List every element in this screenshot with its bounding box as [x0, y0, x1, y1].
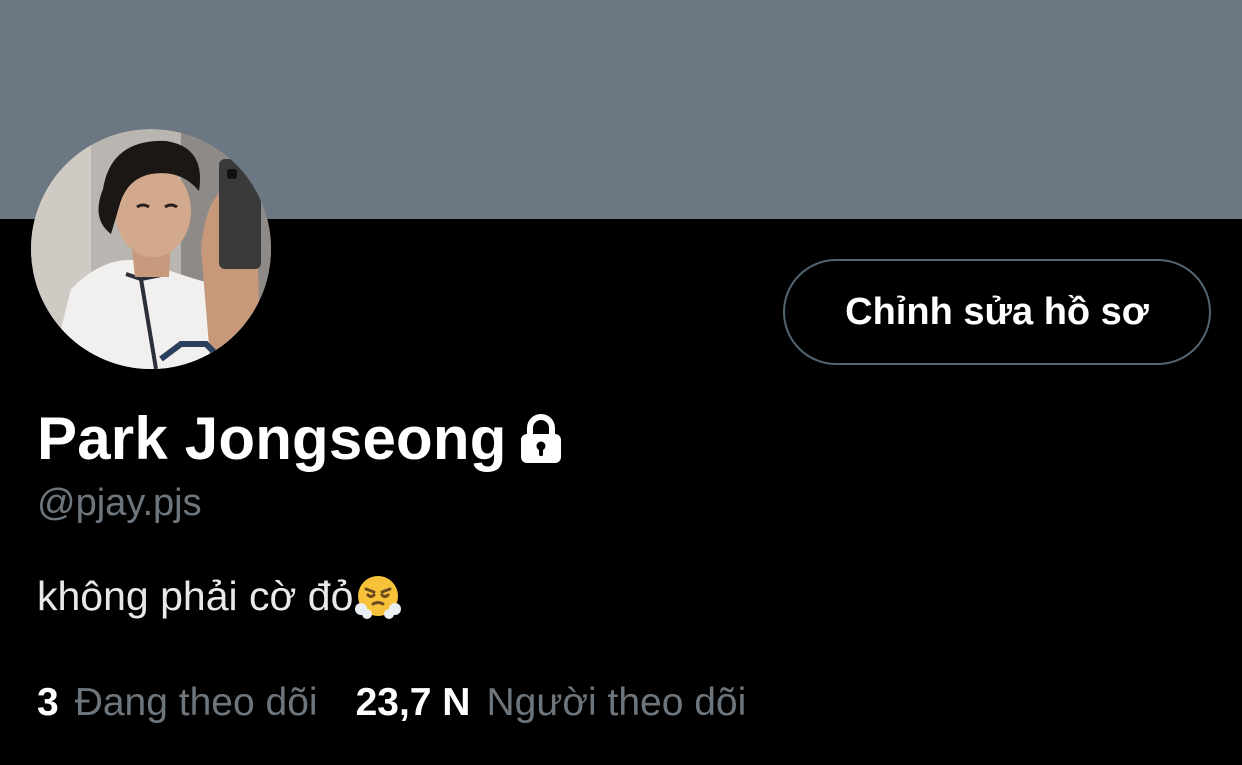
profile-stats: 3 Đang theo dõi 23,7 N Người theo dõi	[37, 680, 746, 726]
bio-text: không phải cờ đỏ	[37, 573, 354, 619]
edit-profile-button[interactable]: Chỉnh sửa hồ sơ	[783, 259, 1211, 365]
followers-label: Người theo dõi	[486, 681, 747, 724]
lock-icon	[517, 413, 565, 465]
followers-stat[interactable]: 23,7 N Người theo dõi	[356, 680, 747, 726]
following-stat[interactable]: 3 Đang theo dõi	[37, 680, 318, 726]
following-label: Đang theo dõi	[74, 681, 318, 724]
profile-bio: không phải cờ đỏ	[37, 571, 402, 621]
display-name-row: Park Jongseong	[37, 404, 565, 474]
following-count: 3	[37, 681, 59, 724]
avatar-image	[31, 129, 271, 369]
profile-page: Chỉnh sửa hồ sơ Park Jongseong @pjay.pjs…	[0, 0, 1242, 765]
display-name: Park Jongseong	[37, 405, 507, 472]
face-with-steam-from-nose-icon	[355, 573, 402, 619]
profile-avatar[interactable]	[31, 129, 271, 369]
followers-count: 23,7 N	[355, 681, 471, 724]
profile-handle: @pjay.pjs	[37, 482, 202, 524]
